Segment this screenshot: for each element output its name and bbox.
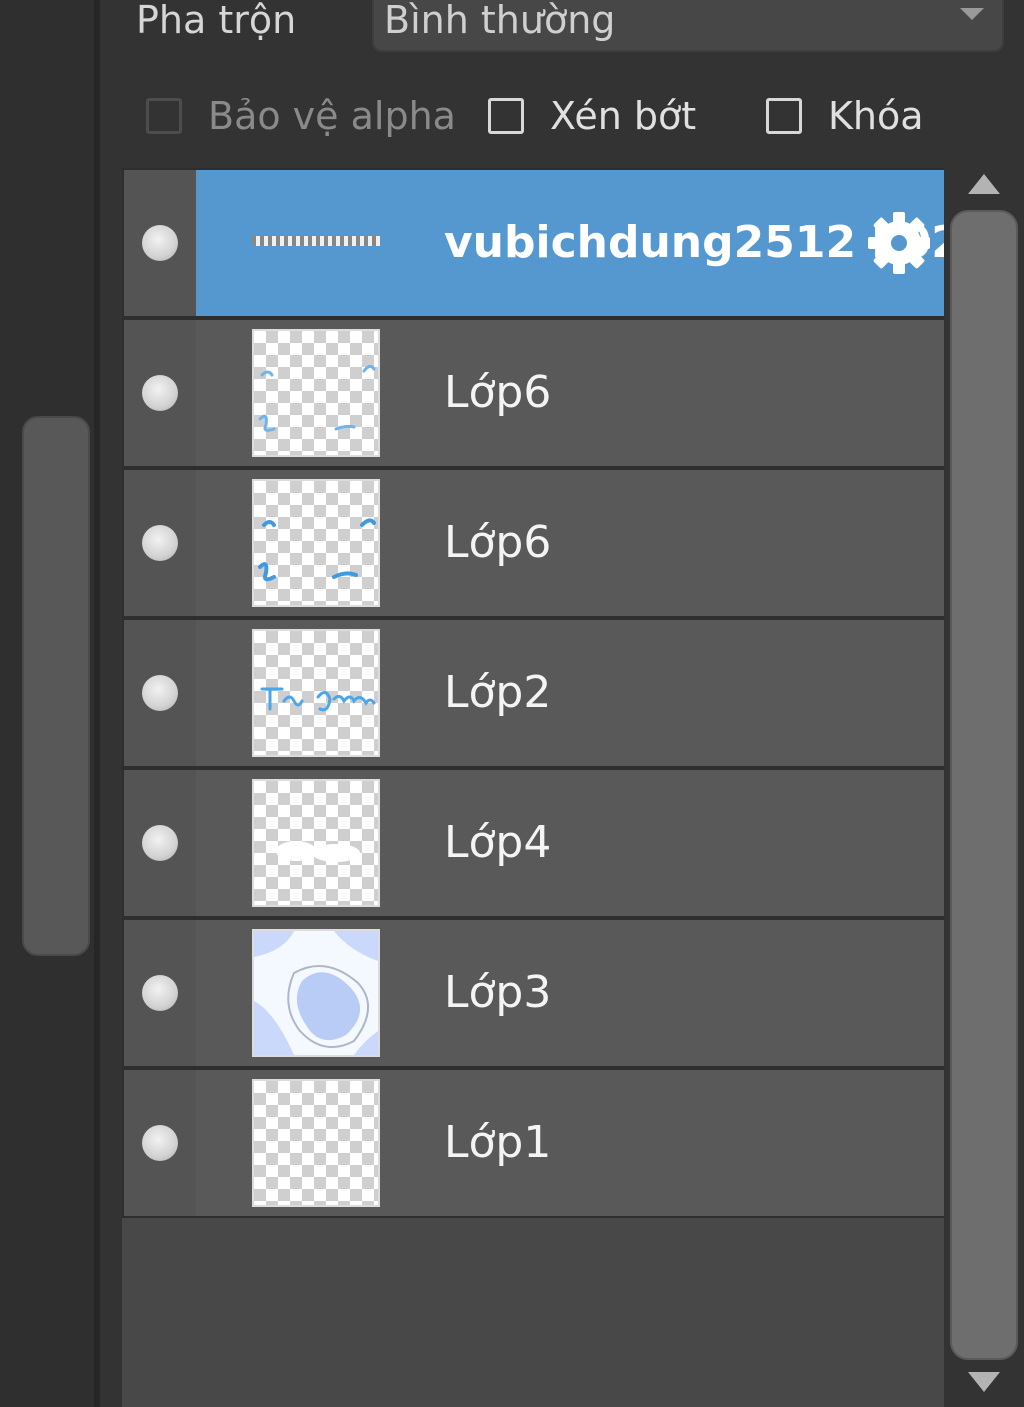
layer-list-scrollbar[interactable]	[944, 168, 1024, 1407]
protect-alpha-checkbox[interactable]	[146, 98, 182, 134]
blend-mode-label: Pha trộn	[136, 0, 297, 42]
layer-row[interactable]: Lớp1	[122, 1068, 946, 1218]
layer-row[interactable]: Lớp3	[122, 918, 946, 1068]
layer-name: Lớp2	[444, 667, 552, 718]
visibility-toggle[interactable]	[142, 1125, 178, 1161]
layer-name: Lớp3	[444, 967, 552, 1018]
visibility-toggle[interactable]	[142, 525, 178, 561]
left-scrollbar-thumb[interactable]	[22, 416, 90, 956]
layer-name: Lớp1	[444, 1117, 552, 1168]
layer-thumbnail	[252, 329, 380, 457]
visibility-toggle[interactable]	[142, 375, 178, 411]
scroll-up-arrow-icon[interactable]	[968, 174, 1000, 194]
blend-mode-value: Bình thường	[384, 0, 616, 42]
layer-panel-window: Pha trộn Bình thường Bảo vệ alpha Xén bớ…	[0, 0, 1024, 1407]
layer-row[interactable]: Lớp2	[122, 618, 946, 768]
lock-label: Khóa	[828, 94, 924, 138]
layer-thumbnail	[252, 1079, 380, 1207]
clipping-label: Xén bớt	[550, 94, 697, 138]
layer-row[interactable]: Lớp4	[122, 768, 946, 918]
layer-row[interactable]: vubichdung2512 k02	[122, 168, 946, 318]
lock-option: Khóa	[766, 94, 924, 138]
layer-thumbnail	[252, 929, 380, 1057]
gear-icon[interactable]	[864, 208, 934, 278]
protect-alpha-label: Bảo vệ alpha	[208, 94, 456, 138]
layer-name: Lớp4	[444, 817, 552, 868]
layer-row[interactable]: Lớp6	[122, 318, 946, 468]
scroll-down-arrow-icon[interactable]	[968, 1372, 1000, 1392]
blend-mode-select[interactable]: Bình thường	[372, 0, 1004, 52]
lock-checkbox[interactable]	[766, 98, 802, 134]
scrollbar-thumb[interactable]	[950, 210, 1018, 1360]
layer-thumbnail	[252, 236, 380, 246]
layer-row[interactable]: Lớp6	[122, 468, 946, 618]
protect-alpha-option: Bảo vệ alpha	[146, 94, 456, 138]
layer-thumbnail	[252, 629, 380, 757]
layer-list: vubichdung2512 k02 Lớp6 Lớp6 Lớp2 Lớp4 L…	[122, 168, 946, 1407]
layer-thumbnail	[252, 779, 380, 907]
visibility-toggle[interactable]	[142, 225, 178, 261]
layer-name: Lớp6	[444, 517, 552, 568]
visibility-toggle[interactable]	[142, 825, 178, 861]
visibility-toggle[interactable]	[142, 675, 178, 711]
chevron-down-icon	[960, 8, 984, 20]
clipping-option: Xén bớt	[488, 94, 696, 138]
layer-thumbnail	[252, 479, 380, 607]
visibility-toggle[interactable]	[142, 975, 178, 1011]
layer-name: Lớp6	[444, 367, 552, 418]
clipping-checkbox[interactable]	[488, 98, 524, 134]
